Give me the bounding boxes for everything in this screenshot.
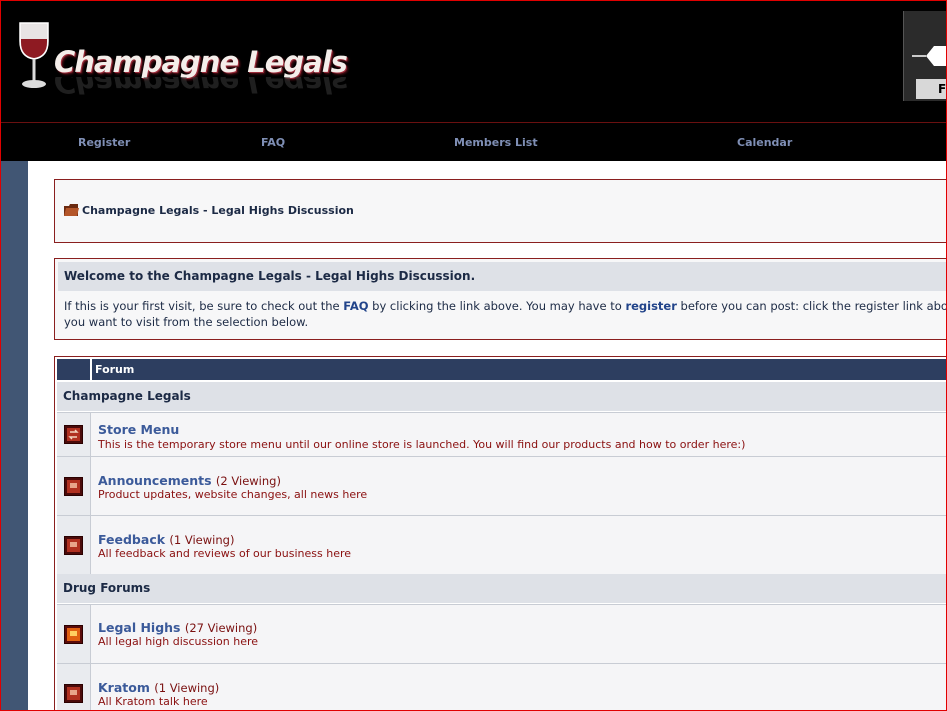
viewing-count: (1 Viewing) bbox=[169, 533, 235, 547]
welcome-title: Welcome to the Champagne Legals - Legal … bbox=[58, 262, 946, 291]
site-logo-reflection: Champagne Legals bbox=[54, 77, 347, 99]
breadcrumb-link[interactable]: Champagne Legals - Legal Highs Discussio… bbox=[82, 204, 354, 217]
forum-table-header: Forum bbox=[57, 359, 946, 380]
wine-glass-icon bbox=[19, 22, 49, 88]
breadcrumb: Champagne Legals - Legal Highs Discussio… bbox=[64, 204, 354, 217]
forum-description: All legal high discussion here bbox=[98, 635, 259, 648]
nav-members-link[interactable]: Members List bbox=[454, 136, 538, 149]
forum-title[interactable]: Legal Highs bbox=[98, 620, 181, 635]
nav-calendar-link[interactable]: Calendar bbox=[737, 136, 792, 149]
category-row[interactable]: Drug Forums bbox=[57, 574, 946, 603]
forum-column-header: Forum bbox=[95, 363, 135, 376]
viewing-count: (1 Viewing) bbox=[154, 681, 220, 695]
forum-row-legal-highs: Legal Highs (27 Viewing) All legal high … bbox=[57, 604, 946, 663]
category-row[interactable]: Champagne Legals bbox=[57, 382, 946, 411]
forum-table: Forum Champagne Legals Store Menu This i… bbox=[54, 356, 946, 710]
forum-title[interactable]: Kratom bbox=[98, 680, 150, 695]
forum-icon-cell bbox=[57, 457, 91, 515]
nav-faq-link[interactable]: FAQ bbox=[261, 136, 285, 149]
nav-register-link[interactable]: Register bbox=[78, 136, 130, 149]
welcome-line-1: If this is your first visit, be sure to … bbox=[64, 298, 947, 314]
forum-new-posts-icon bbox=[64, 625, 83, 644]
welcome-line-2: you want to visit from the selection bel… bbox=[64, 315, 309, 329]
main-navbar: Register FAQ Members List Calendar bbox=[1, 122, 946, 162]
header-banner[interactable]: F bbox=[903, 11, 946, 101]
viewing-count: (27 Viewing) bbox=[184, 621, 258, 635]
welcome-faq-link[interactable]: FAQ bbox=[343, 299, 368, 313]
breadcrumb-box: Champagne Legals - Legal Highs Discussio… bbox=[54, 179, 946, 243]
forum-row-store-menu: Store Menu This is the temporary store m… bbox=[57, 412, 946, 456]
forum-status-icon bbox=[64, 684, 83, 703]
site-logo-text[interactable]: Champagne Legals bbox=[54, 45, 348, 79]
forum-status-icon bbox=[64, 477, 83, 496]
banner-plate: F bbox=[916, 79, 946, 99]
forum-description: Product updates, website changes, all ne… bbox=[98, 488, 368, 501]
forum-title-link[interactable]: Feedback (1 Viewing) bbox=[98, 532, 234, 547]
forum-icon-cell bbox=[57, 664, 91, 710]
forum-row-kratom: Kratom (1 Viewing) All Kratom talk here bbox=[57, 663, 946, 710]
welcome-box: Welcome to the Champagne Legals - Legal … bbox=[54, 258, 947, 340]
left-sidebar-strip bbox=[1, 161, 28, 710]
forum-row-feedback: Feedback (1 Viewing) All feedback and re… bbox=[57, 515, 946, 574]
folder-icon bbox=[64, 204, 79, 216]
forum-icon-cell bbox=[57, 605, 91, 663]
forum-description: This is the temporary store menu until o… bbox=[98, 438, 746, 451]
forum-status-icon bbox=[64, 536, 83, 555]
page-frame: Champagne Legals Champagne Legals F Regi… bbox=[0, 0, 947, 711]
forum-icon-cell bbox=[57, 516, 91, 574]
forum-row-announcements: Announcements (2 Viewing) Product update… bbox=[57, 456, 946, 515]
main-content: Champagne Legals - Legal Highs Discussio… bbox=[28, 161, 947, 710]
forum-title[interactable]: Feedback bbox=[98, 532, 165, 547]
forum-title-link[interactable]: Announcements (2 Viewing) bbox=[98, 473, 281, 488]
welcome-text-b: by clicking the link above. You may have… bbox=[368, 299, 626, 313]
arrow-left-icon bbox=[912, 46, 946, 66]
forum-title[interactable]: Announcements bbox=[98, 473, 212, 488]
site-header: Champagne Legals Champagne Legals F bbox=[1, 1, 946, 122]
forum-title-link[interactable]: Legal Highs (27 Viewing) bbox=[98, 620, 257, 635]
welcome-register-link[interactable]: register bbox=[625, 299, 676, 313]
viewing-count: (2 Viewing) bbox=[215, 474, 281, 488]
welcome-body: If this is your first visit, be sure to … bbox=[64, 298, 947, 330]
forum-description: All feedback and reviews of our business… bbox=[98, 547, 352, 560]
forum-title-link[interactable]: Kratom (1 Viewing) bbox=[98, 680, 219, 695]
header-icon-cell bbox=[57, 359, 92, 380]
forum-description: All Kratom talk here bbox=[98, 695, 208, 708]
forum-icon-cell bbox=[57, 413, 91, 456]
forum-title[interactable]: Store Menu bbox=[98, 422, 179, 437]
welcome-text-a: If this is your first visit, be sure to … bbox=[64, 299, 344, 313]
forum-title-link[interactable]: Store Menu bbox=[98, 422, 179, 437]
forum-status-icon bbox=[64, 425, 83, 444]
welcome-text-c: before you can post: click the register … bbox=[676, 299, 947, 313]
